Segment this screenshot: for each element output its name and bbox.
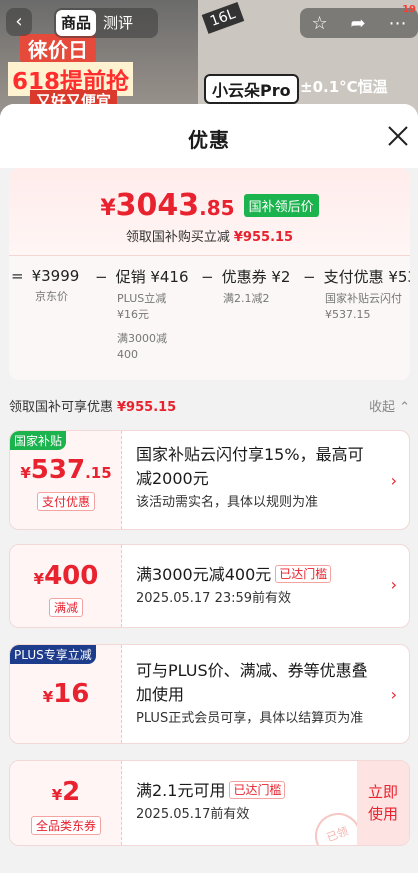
close-icon[interactable] [386, 124, 410, 148]
final-price-row: ¥3043.85 国补领后价 [9, 188, 410, 223]
coupon-card-plus[interactable]: ¥16 PLUS专享立减 可与PLUS价、满减、券等优惠叠加使用 PLUS正式会… [9, 644, 410, 744]
coupon-corner-badge: PLUS专享立减 [10, 645, 96, 664]
tab-review[interactable]: 测评 [98, 10, 138, 36]
coupon-amount: ¥537.15 [20, 455, 112, 485]
coupon-desc: 该活动需实名，具体以规则为准 [136, 495, 319, 510]
coupon-validity: 2025.05.17 23:59前有效 [136, 591, 292, 606]
coupon-body: 可与PLUS价、满减、券等优惠叠加使用 PLUS正式会员可享，具体以结算页为准 [136, 659, 379, 729]
price-summary-card: ¥3043.85 国补领后价 领取国补购买立减 ¥955.15 = ¥3999 京东… [9, 168, 410, 380]
threshold-met-tag: 已达门槛 [229, 781, 286, 799]
coupon-type: 满减 [10, 597, 122, 617]
subsidy-section-header: 领取国补可享优惠 ¥955.15 收起 ⌃ [9, 396, 410, 416]
coupon-body: 满2.1元可用 已达门槛 2025.05.17前有效 [136, 779, 349, 825]
coupon-validity: 2025.05.17前有效 [136, 807, 250, 822]
page-tabs: 商品 测评 [54, 8, 158, 38]
coupon-value-panel: ¥400 满减 [10, 545, 122, 627]
coupon-body: 国家补贴云闪付享15%，最高可减2000元 该活动需实名，具体以规则为准 [136, 443, 379, 513]
subsidy-price-badge: 国补领后价 [243, 194, 319, 217]
coupon-amount: ¥16 [42, 679, 90, 709]
sheet-header: 优惠 [0, 104, 418, 168]
tab-product[interactable]: 商品 [56, 10, 97, 36]
coupon-title: 可与PLUS价、满减、券等优惠叠加使用 [136, 661, 368, 704]
threshold-met-tag: 已达门槛 [275, 565, 332, 583]
share-icon[interactable]: ➦ [351, 13, 366, 34]
section-label: 领取国补可享优惠 [9, 400, 114, 415]
chevron-up-icon: ⌃ [399, 400, 410, 415]
price-formula: = ¥3999 京东价 − 促销 ¥416 PLUS立减 ¥16元 满3000减 4… [9, 256, 410, 380]
chevron-right-icon[interactable]: › [391, 471, 397, 490]
top-navigation-bar: ‹ 商品 测评 ☆ ➦ ⋯ 19 [0, 0, 418, 48]
coupon-card-payment[interactable]: ¥537.15 支付优惠 国家补贴 国家补贴云闪付享15%，最高可减2000元 … [9, 430, 410, 530]
coupon-card-jd-coupon[interactable]: ¥2 全品类东券 满2.1元可用 已达门槛 2025.05.17前有效 已领 立即… [9, 760, 410, 846]
subsidy-reduction-amount: ¥955.15 [233, 230, 294, 245]
coupon-corner-badge: 国家补贴 [10, 431, 67, 450]
formula-item-promotion: − 促销 ¥416 PLUS立减 ¥16元 满3000减 400 [95, 268, 189, 361]
final-price: ¥3043.85 [100, 188, 235, 223]
subsidy-reduction-row: 领取国补购买立减 ¥955.15 [9, 226, 410, 245]
product-feature-label: ±0.1°C恒温 [300, 78, 388, 96]
star-icon[interactable]: ☆ [311, 13, 327, 34]
coupon-title: 满2.1元可用 已达门槛 [136, 779, 349, 803]
sheet-title: 优惠 [188, 128, 230, 152]
formula-item-list-price: = ¥3999 京东价 [11, 267, 80, 303]
message-count-badge: 19 [402, 4, 416, 15]
coupon-type: 全品类东券 [10, 815, 122, 835]
coupon-desc: PLUS正式会员可享，具体以结算页为准 [136, 711, 364, 726]
coupon-title: 满3000元减400元 已达门槛 [136, 563, 379, 587]
subsidy-reduction-label: 领取国补购买立减 [125, 230, 230, 245]
back-button[interactable]: ‹ [6, 8, 32, 36]
final-price-area: ¥3043.85 国补领后价 领取国补购买立减 ¥955.15 [9, 168, 410, 256]
chevron-left-icon: ‹ [15, 11, 23, 32]
coupon-title: 国家补贴云闪付享15%，最高可减2000元 [136, 445, 364, 488]
coupon-amount: ¥2 [51, 777, 81, 807]
collapse-toggle[interactable]: 收起 ⌃ [369, 396, 410, 415]
coupon-type: 支付优惠 [10, 491, 122, 511]
formula-item-coupon: − 优惠券 ¥2 满2.1减2 [201, 268, 291, 305]
discount-sheet: 优惠 ¥3043.85 国补领后价 领取国补购买立减 ¥955.15 = ¥3999… [0, 104, 418, 873]
use-now-button[interactable]: 立即 使用 [357, 761, 409, 845]
chevron-right-icon[interactable]: › [391, 575, 397, 594]
coupon-value-panel: ¥2 全品类东券 [10, 761, 122, 845]
coupon-amount: ¥400 [33, 561, 99, 591]
more-icon[interactable]: ⋯ [389, 13, 407, 34]
section-amount: ¥955.15 [117, 400, 177, 415]
product-brand-label: 小云朵Pro [204, 74, 299, 104]
coupon-card-full-reduction[interactable]: ¥400 满减 满3000元减400元 已达门槛 2025.05.17 23:59… [9, 544, 410, 628]
top-action-icons: ☆ ➦ ⋯ 19 [300, 4, 418, 38]
chevron-right-icon[interactable]: › [391, 685, 397, 704]
coupon-body: 满3000元减400元 已达门槛 2025.05.17 23:59前有效 [136, 563, 379, 609]
formula-item-payment: − 支付优惠 ¥53 国家补贴云闪付 ¥537.15 [303, 268, 410, 321]
